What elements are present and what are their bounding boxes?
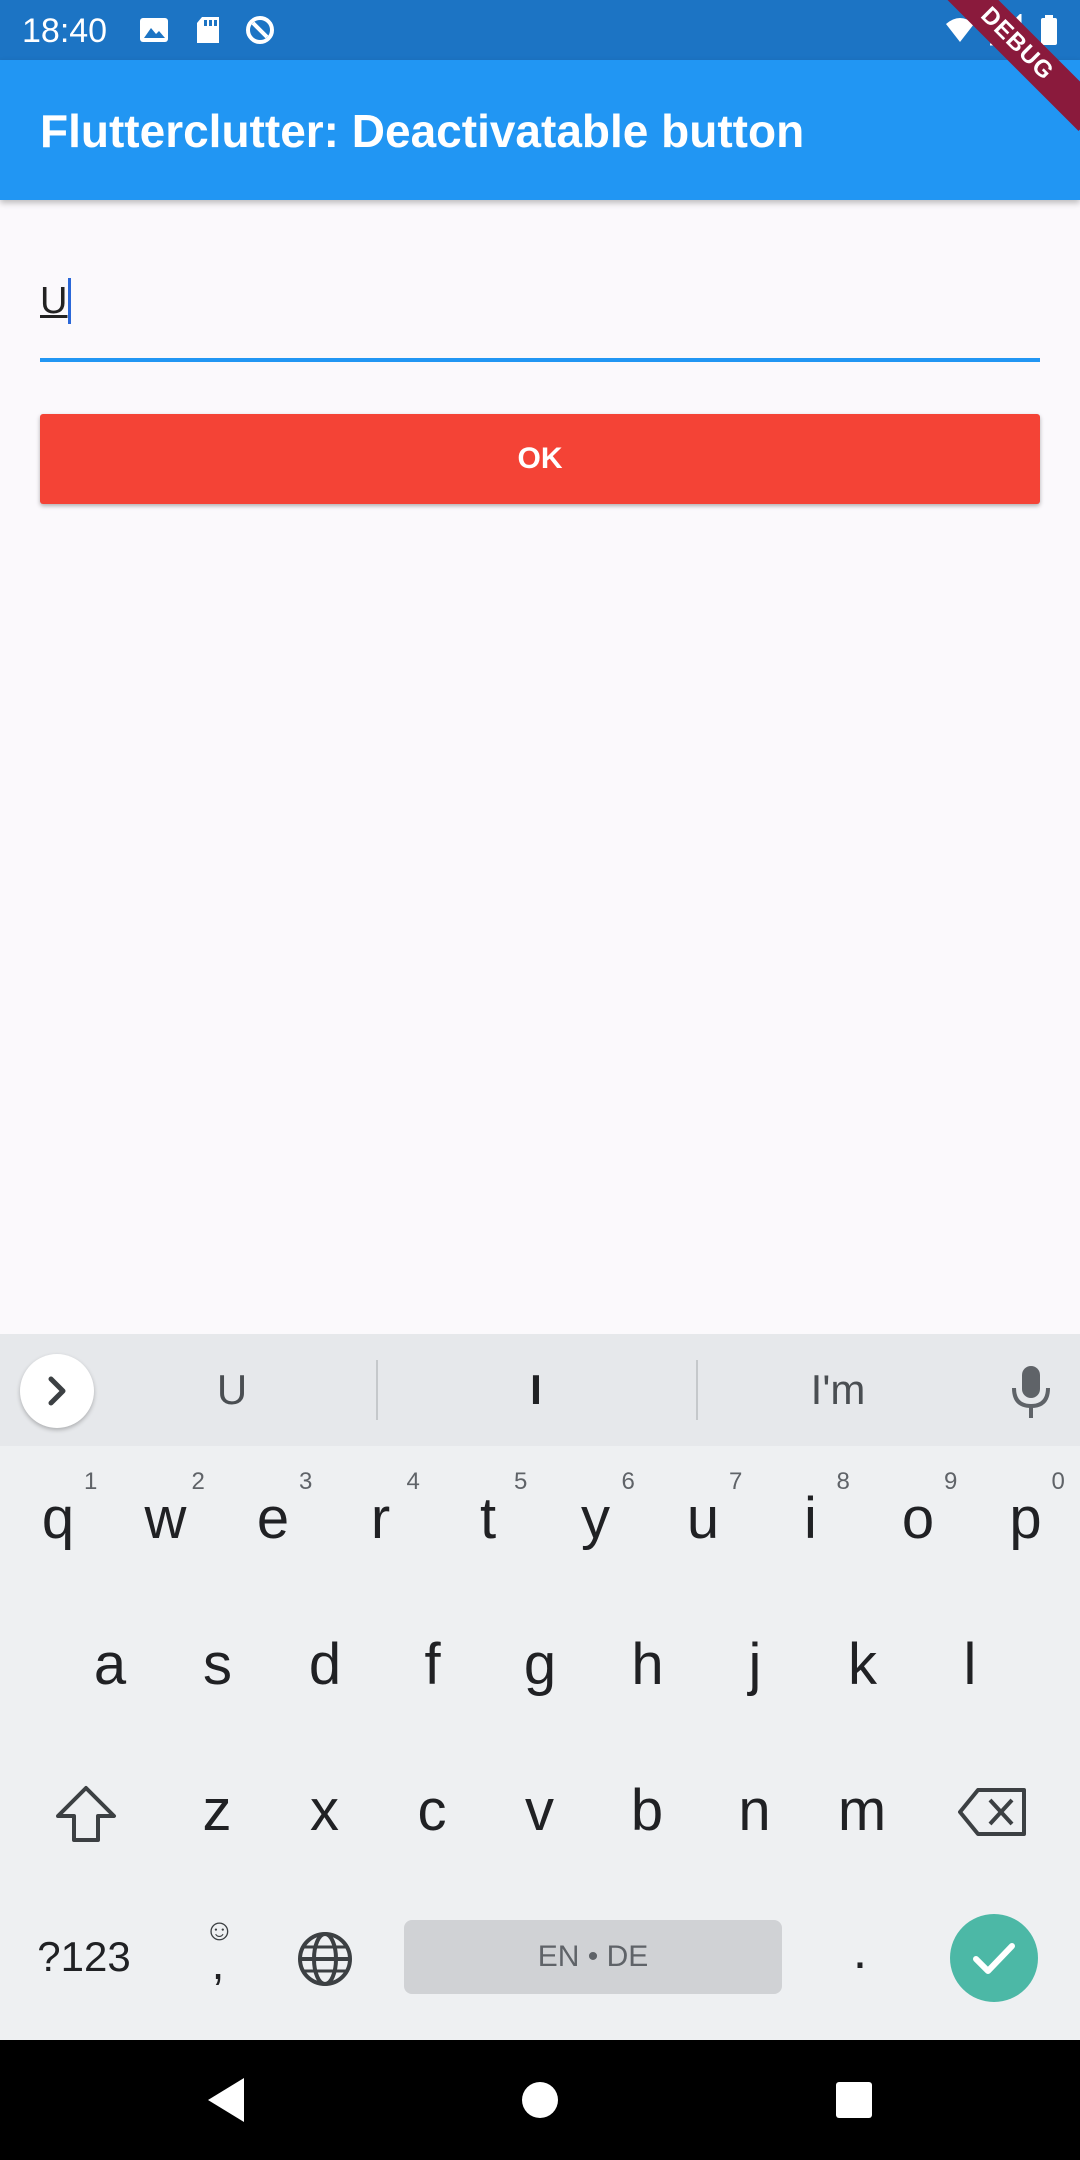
backspace-icon[interactable] [958, 1786, 1028, 1838]
key-c[interactable]: c [382, 1756, 482, 1866]
key-f[interactable]: f [383, 1610, 483, 1720]
ok-button[interactable]: OK [40, 414, 1040, 504]
key-hint: 5 [514, 1468, 528, 1495]
key-hint: 1 [84, 1468, 98, 1495]
key-v[interactable]: v [490, 1756, 590, 1866]
space-key[interactable]: EN • DE [404, 1920, 782, 1994]
key-j[interactable]: j [705, 1610, 805, 1720]
key-l[interactable]: l [920, 1610, 1020, 1720]
recents-icon[interactable] [832, 2076, 876, 2124]
status-time: 18:40 [22, 12, 108, 50]
globe-icon[interactable] [296, 1930, 354, 1988]
key-hint: 0 [1051, 1468, 1065, 1495]
key-hint: 8 [836, 1468, 850, 1495]
key-s[interactable]: s [168, 1610, 268, 1720]
navigation-bar [0, 2040, 1080, 2160]
key-m[interactable]: m [812, 1756, 912, 1866]
key-hint: 3 [299, 1468, 313, 1495]
back-icon[interactable] [204, 2076, 248, 2124]
check-icon [973, 1943, 1015, 1974]
suggestion-1[interactable]: U [132, 1366, 332, 1414]
enter-button[interactable] [950, 1914, 1038, 2002]
shift-icon[interactable] [54, 1784, 118, 1844]
sd-card-icon [197, 17, 219, 43]
key-x[interactable]: x [275, 1756, 375, 1866]
key-d[interactable]: d [275, 1610, 375, 1720]
key-hint: 4 [406, 1468, 420, 1495]
suggestion-bar: U I I'm [0, 1334, 1080, 1446]
soft-keyboard: U I I'm q1w2e3r4t5y6u7i8o9p0 asdfghjkl z… [0, 1334, 1080, 2040]
home-icon[interactable] [518, 2076, 562, 2124]
battery-icon [1041, 15, 1057, 45]
image-icon [140, 18, 168, 42]
key-z[interactable]: z [167, 1756, 267, 1866]
key-g[interactable]: g [490, 1610, 590, 1720]
key-n[interactable]: n [705, 1756, 805, 1866]
key-hint: 6 [621, 1468, 635, 1495]
expand-toolbar-button[interactable] [20, 1354, 94, 1428]
text-cursor [68, 278, 71, 324]
key-hint: 7 [729, 1468, 743, 1495]
key-hint: 9 [944, 1468, 958, 1495]
chevron-right-icon [48, 1376, 66, 1406]
page-title: Flutterclutter: Deactivatable button [40, 105, 805, 157]
app-bar: Flutterclutter: Deactivatable button [0, 60, 1080, 200]
comma-key[interactable]: , [168, 1908, 268, 2018]
microphone-icon[interactable] [1008, 1364, 1054, 1420]
key-h[interactable]: h [598, 1610, 698, 1720]
sync-icon [246, 16, 274, 44]
text-input[interactable]: U [40, 258, 1040, 362]
period-key[interactable]: . [810, 1896, 910, 2006]
suggestion-divider [696, 1360, 698, 1420]
key-b[interactable]: b [597, 1756, 697, 1866]
suggestion-3[interactable]: I'm [738, 1366, 938, 1414]
key-hint: 2 [191, 1468, 205, 1495]
key-k[interactable]: k [813, 1610, 913, 1720]
suggestion-2[interactable]: I [436, 1366, 636, 1414]
text-input-value: U [40, 280, 68, 322]
symbols-key[interactable]: ?123 [24, 1902, 144, 2012]
suggestion-divider [376, 1360, 378, 1420]
key-a[interactable]: a [60, 1610, 160, 1720]
status-bar: 18:40 DEBUG [0, 0, 1080, 131]
